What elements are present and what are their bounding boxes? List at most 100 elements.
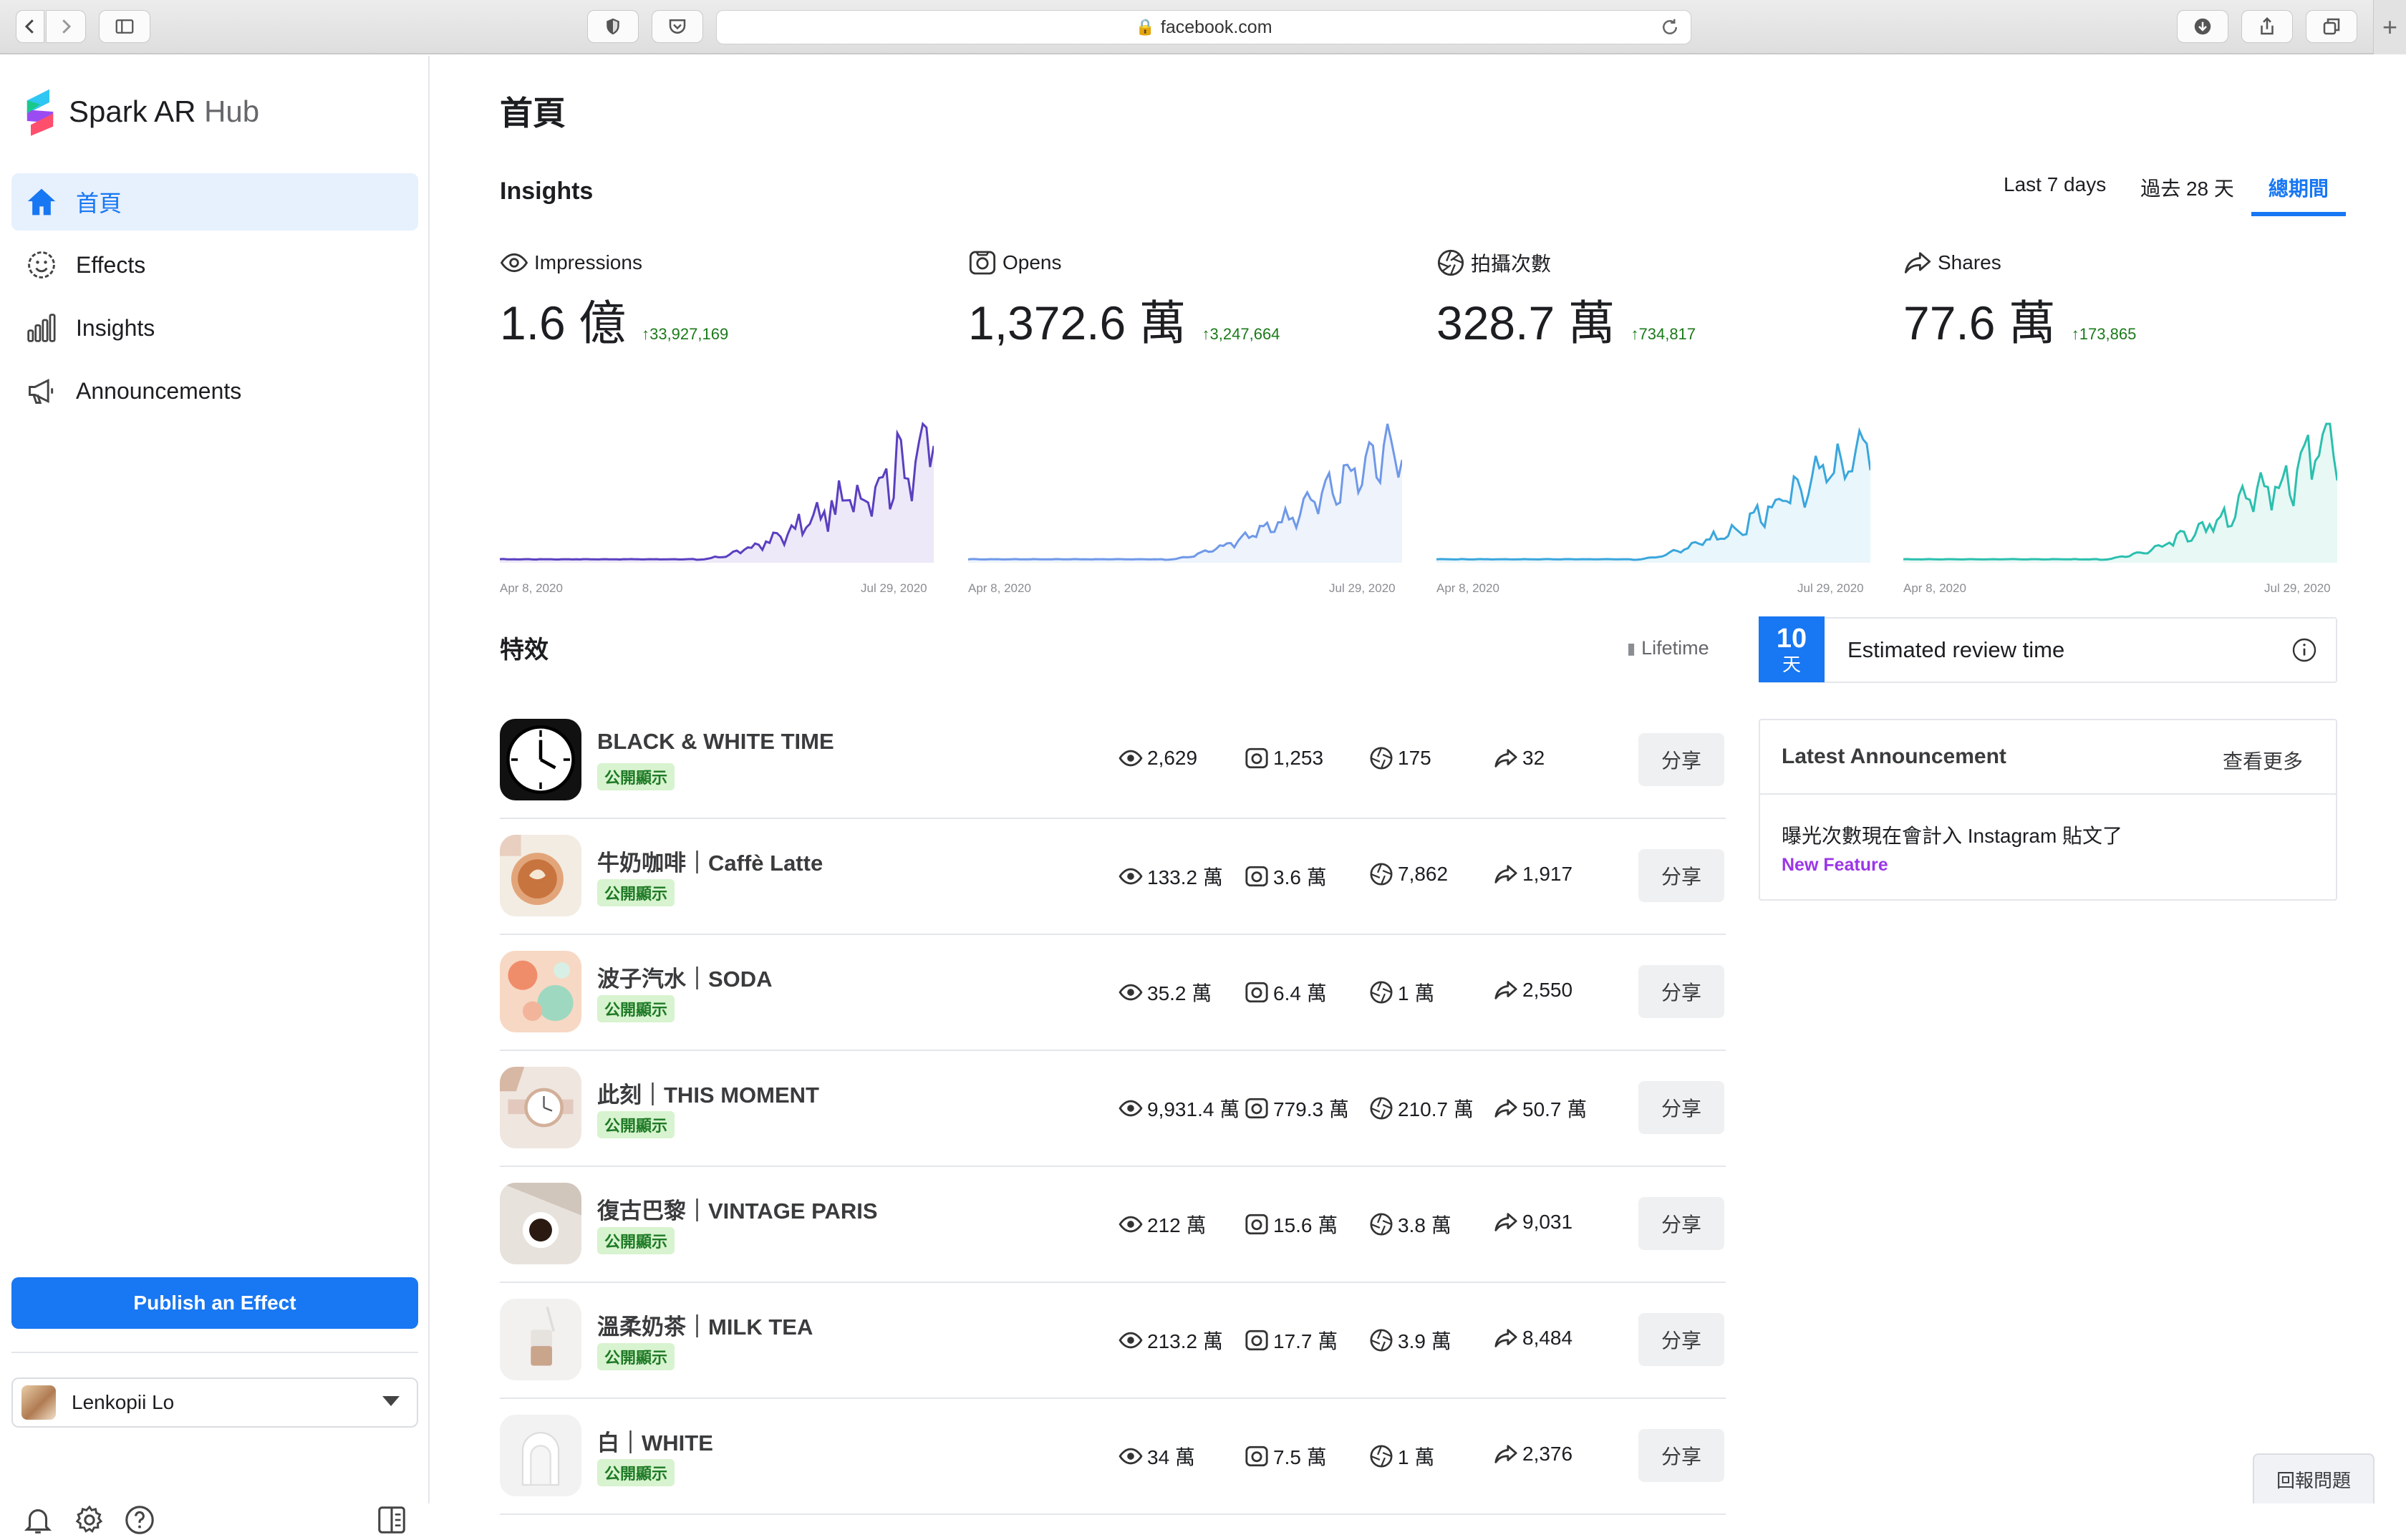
stat-value: 32 (1522, 747, 1545, 769)
avatar (21, 1385, 56, 1420)
stat-value: 17.7 萬 (1273, 1330, 1338, 1352)
metric-value: 1,372.6 萬 (968, 296, 1187, 349)
address-bar[interactable]: 🔒 facebook.com (716, 10, 1691, 44)
back-button[interactable] (16, 10, 44, 43)
effect-row[interactable]: 牛奶咖啡｜Caffè Latte 公開顯示 133.2 萬 3.6 萬 7,862 1,9… (500, 819, 1726, 935)
new-tab-button[interactable]: + (2373, 0, 2406, 54)
stat-value: 3.6 萬 (1273, 866, 1327, 888)
shutter-icon (1370, 1445, 1393, 1468)
effect-row[interactable]: BLACK & WHITE TIME 公開顯示 2,629 1,253 175 32 分享 (500, 703, 1726, 819)
eye-icon (1119, 984, 1143, 1001)
stat-value: 7.5 萬 (1273, 1446, 1327, 1468)
effect-row[interactable]: 溫柔奶茶｜MILK TEA 公開顯示 213.2 萬 17.7 萬 3.9 萬 8,484… (500, 1283, 1726, 1399)
eye-icon (1119, 1332, 1143, 1349)
announcement-card: Latest Announcement 查看更多 曝光次數現在會計入 Insta… (1759, 719, 2337, 901)
account-switcher[interactable]: Lenkopii Lo (11, 1377, 418, 1428)
sidebar-toggle-button[interactable] (99, 10, 150, 43)
forward-button[interactable] (46, 10, 86, 43)
sidebar-item-effects[interactable]: Effects (11, 236, 418, 294)
browser-toolbar: 🔒 facebook.com + (0, 0, 2406, 54)
info-icon[interactable] (2291, 637, 2317, 663)
effect-shares: 1,917 (1494, 862, 1572, 886)
share-page-button[interactable] (2241, 10, 2293, 43)
stat-value: 35.2 萬 (1147, 982, 1212, 1004)
collapse-sidebar-button[interactable] (375, 1503, 408, 1536)
share-button[interactable]: 分享 (1638, 1429, 1724, 1482)
share-button[interactable]: 分享 (1638, 1313, 1724, 1366)
effect-captures: 3.9 萬 (1369, 1326, 1451, 1355)
effect-row[interactable]: 波子汽水｜SODA 公開顯示 35.2 萬 6.4 萬 1 萬 2,550 分享 (500, 935, 1726, 1051)
effect-shares: 50.7 萬 (1494, 1094, 1587, 1123)
privacy-button[interactable] (587, 10, 639, 43)
reload-icon[interactable] (1659, 16, 1681, 38)
share-arrow-icon (1494, 1099, 1517, 1118)
settings-button[interactable] (73, 1503, 106, 1536)
sidebar-item-insights[interactable]: Insights (11, 299, 418, 357)
effect-name[interactable]: 溫柔奶茶｜MILK TEA (597, 1309, 813, 1341)
sidebar-item-announcements[interactable]: Announcements (11, 362, 418, 420)
share-button[interactable]: 分享 (1638, 733, 1724, 786)
share-button[interactable]: 分享 (1638, 1197, 1724, 1250)
effect-thumbnail (500, 1415, 581, 1496)
share-button[interactable]: 分享 (1638, 1081, 1724, 1134)
sidebar-icon (115, 19, 134, 34)
review-days-badge: 10 天 (1759, 616, 1825, 682)
sidebar: Spark AR Hub 首頁 Effects Insights Announc… (0, 56, 430, 1534)
effect-name[interactable]: BLACK & WHITE TIME (597, 729, 834, 755)
stat-value: 9,931.4 萬 (1147, 1098, 1240, 1120)
effect-row[interactable]: 復古巴黎｜VINTAGE PARIS 公開顯示 212 萬 15.6 萬 3.8 萬 9,… (500, 1167, 1726, 1283)
sparkline-area (500, 424, 934, 563)
eye-icon (1119, 1100, 1143, 1117)
share-button[interactable]: 分享 (1638, 965, 1724, 1018)
metric-captures: 拍攝次數 328.7 萬 ↑734,817 Apr 8, 2020 Jul 29… (1436, 248, 1873, 606)
stat-value: 779.3 萬 (1273, 1098, 1349, 1120)
report-problem-button[interactable]: 回報問題 (2253, 1453, 2374, 1503)
downloads-button[interactable] (2177, 10, 2228, 43)
effect-thumbnail (500, 719, 581, 800)
effect-thumbnail (500, 835, 581, 916)
status-badge: 公開顯示 (597, 879, 675, 906)
effect-opens: 17.7 萬 (1245, 1326, 1338, 1355)
effect-row[interactable]: 白｜WHITE 公開顯示 34 萬 7.5 萬 1 萬 2,376 分享 (500, 1399, 1726, 1515)
effect-row[interactable]: 此刻｜THIS MOMENT 公開顯示 9,931.4 萬 779.3 萬 210.7 … (500, 1051, 1726, 1167)
tab-lifetime[interactable]: 總期間 (2251, 169, 2346, 216)
brand[interactable]: Spark AR Hub (21, 87, 259, 136)
notifications-button[interactable] (21, 1503, 54, 1536)
publish-effect-button[interactable]: Publish an Effect (11, 1277, 418, 1329)
metric-delta: ↑173,865 (2071, 325, 2137, 343)
tabs-icon (2323, 18, 2340, 35)
sidebar-item-home[interactable]: 首頁 (11, 173, 418, 231)
help-button[interactable] (123, 1503, 156, 1536)
effect-opens: 6.4 萬 (1245, 978, 1327, 1007)
stat-value: 1,917 (1522, 863, 1573, 885)
spark-x-end: Jul 29, 2020 (1797, 581, 1864, 595)
stat-value: 8,484 (1522, 1327, 1573, 1349)
effect-impressions: 35.2 萬 (1119, 978, 1212, 1007)
effect-name[interactable]: 波子汽水｜SODA (597, 961, 773, 993)
see-more-link[interactable]: 查看更多 (2223, 746, 2303, 775)
share-button[interactable]: 分享 (1638, 849, 1724, 902)
pocket-button[interactable] (652, 10, 703, 43)
effect-name[interactable]: 復古巴黎｜VINTAGE PARIS (597, 1193, 878, 1225)
status-badge: 公開顯示 (597, 995, 675, 1022)
status-badge: 公開顯示 (597, 1111, 675, 1138)
tabs-overview-button[interactable] (2306, 10, 2357, 43)
effect-name[interactable]: 白｜WHITE (597, 1425, 713, 1457)
impressions-sparkline (500, 421, 934, 563)
tab-last-28-days[interactable]: 過去 28 天 (2123, 169, 2251, 216)
chevron-right-icon (62, 19, 72, 34)
lifetime-filter[interactable]: ▮ Lifetime (1627, 637, 1709, 659)
tab-last-7-days[interactable]: Last 7 days (1986, 169, 2123, 216)
announcement-body[interactable]: 曝光次數現在會計入 Instagram 貼文了 (1782, 820, 2122, 849)
sidebar-item-label: Effects (76, 251, 146, 278)
effect-captures: 1 萬 (1369, 1442, 1434, 1471)
metric-label: 拍攝次數 (1471, 253, 1552, 275)
account-name: Lenkopii Lo (72, 1391, 175, 1413)
stat-value: 7,862 (1398, 863, 1449, 885)
effect-name[interactable]: 此刻｜THIS MOMENT (597, 1077, 819, 1109)
stat-value: 15.6 萬 (1273, 1214, 1338, 1236)
effect-name[interactable]: 牛奶咖啡｜Caffè Latte (597, 845, 823, 877)
effect-impressions: 212 萬 (1119, 1210, 1207, 1239)
insights-title: Insights (500, 178, 594, 205)
effect-opens: 7.5 萬 (1245, 1442, 1327, 1471)
